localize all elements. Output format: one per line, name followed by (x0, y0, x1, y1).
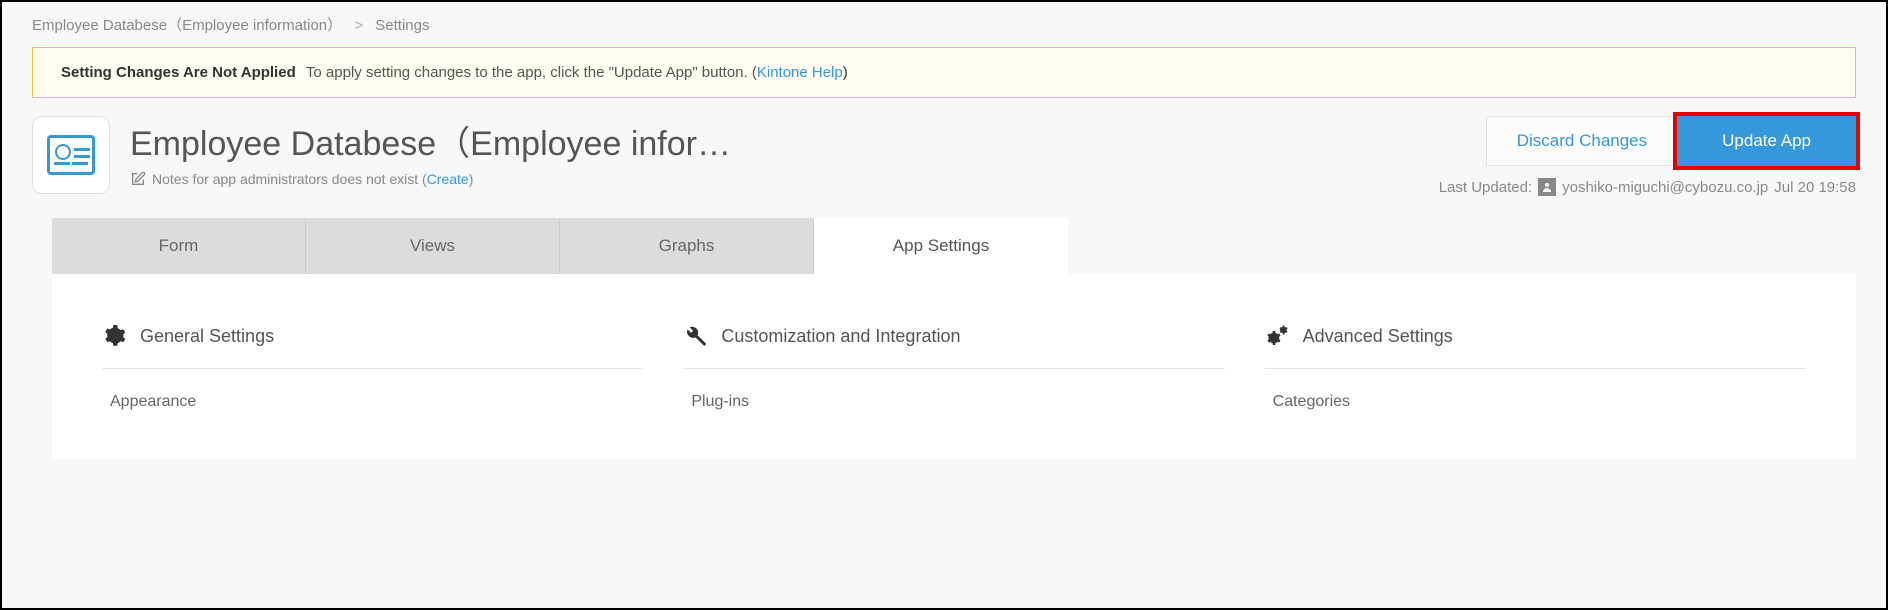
wrench-icon (683, 324, 707, 348)
user-avatar-icon (1538, 178, 1556, 196)
categories-link[interactable]: Categories (1265, 369, 1806, 419)
breadcrumb: Employee Databese（Employee information） … (32, 2, 1856, 47)
breadcrumb-app-link[interactable]: Employee Databese（Employee information） (32, 17, 342, 34)
update-app-button[interactable]: Update App (1677, 116, 1856, 166)
breadcrumb-separator: > (354, 17, 363, 34)
gears-icon (1265, 324, 1289, 348)
discard-changes-button[interactable]: Discard Changes (1486, 116, 1677, 166)
app-notes: Notes for app administrators does not ex… (130, 171, 1419, 187)
notice-banner: Setting Changes Are Not Applied To apply… (32, 47, 1856, 98)
advanced-column: Advanced Settings Categories (1245, 324, 1826, 419)
last-updated-user: yoshiko-miguchi@cybozu.co.jp (1562, 179, 1768, 196)
general-settings-title: General Settings (140, 326, 274, 347)
tab-views[interactable]: Views (306, 218, 560, 274)
plugins-link[interactable]: Plug-ins (683, 369, 1224, 419)
last-updated-label: Last Updated: (1439, 179, 1532, 196)
customization-column: Customization and Integration Plug-ins (663, 324, 1244, 419)
edit-icon (130, 171, 146, 187)
notes-create-link[interactable]: Create (427, 171, 469, 187)
last-updated: Last Updated: yoshiko-miguchi@cybozu.co.… (1439, 178, 1856, 196)
tab-app-settings[interactable]: App Settings (814, 218, 1068, 274)
customization-title: Customization and Integration (721, 326, 960, 347)
advanced-settings-title: Advanced Settings (1303, 326, 1453, 347)
gear-icon (102, 324, 126, 348)
tab-form[interactable]: Form (52, 218, 306, 274)
tab-graphs[interactable]: Graphs (560, 218, 814, 274)
last-updated-time: Jul 20 19:58 (1774, 179, 1856, 196)
notice-title: Setting Changes Are Not Applied (61, 64, 296, 81)
id-card-icon (47, 135, 95, 175)
notes-suffix: ) (469, 171, 474, 187)
notice-close-paren: ) (843, 64, 848, 81)
general-settings-column: General Settings Appearance (82, 324, 663, 419)
notice-help-link[interactable]: Kintone Help (757, 64, 843, 81)
app-icon (32, 116, 110, 194)
notice-message: To apply setting changes to the app, cli… (306, 64, 757, 81)
app-title: Employee Databese（Employee infor… (130, 116, 850, 165)
tab-content: General Settings Appearance Customizatio… (52, 274, 1856, 459)
tabs: Form Views Graphs App Settings (52, 218, 1856, 274)
notes-prefix: Notes for app administrators does not ex… (152, 171, 427, 187)
appearance-link[interactable]: Appearance (102, 369, 643, 419)
breadcrumb-current: Settings (375, 17, 429, 34)
